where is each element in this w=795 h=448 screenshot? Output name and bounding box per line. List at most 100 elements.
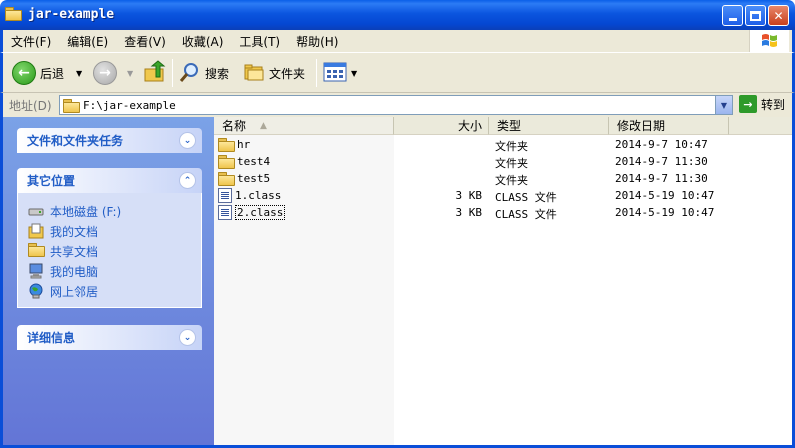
- sort-ascending-icon: ▲: [260, 120, 267, 131]
- close-button[interactable]: ✕: [768, 5, 789, 26]
- file-row[interactable]: 1.class 3 KB CLASS 文件 2014-5-19 10:47: [214, 187, 792, 204]
- file-name-cell: 2.class: [218, 204, 286, 221]
- column-label: 名称: [222, 119, 247, 133]
- column-header-name[interactable]: 名称 ▲: [214, 117, 394, 135]
- toolbar: ← 后退 ▼ → ▼ 搜索 文件夹 ▼: [0, 52, 795, 93]
- file-row[interactable]: test4 文件夹 2014-9-7 11:30: [214, 153, 792, 170]
- menu-help[interactable]: 帮助(H): [288, 33, 346, 50]
- title-bar[interactable]: jar-example ✕: [0, 0, 795, 30]
- address-input[interactable]: F:\jar-example ▼: [59, 95, 733, 115]
- go-label: 转到: [761, 97, 786, 112]
- place-shared-documents[interactable]: 共享文档: [28, 241, 201, 261]
- menu-edit[interactable]: 编辑(E): [59, 33, 116, 50]
- file-type: CLASS 文件: [495, 208, 557, 221]
- file-name-cell: test4: [218, 153, 270, 170]
- file-name: test4: [237, 155, 271, 168]
- folder-icon: [218, 172, 235, 186]
- shared-documents-icon: [28, 243, 45, 259]
- column-header-type[interactable]: 类型: [489, 117, 609, 135]
- file-list: 名称 ▲ 大小 类型 修改日期 hr 文件夹 2014-9-7 10:47 te…: [214, 117, 792, 445]
- place-label: 我的文档: [50, 224, 99, 239]
- views-button[interactable]: ▼: [323, 60, 357, 86]
- forward-arrow-icon: →: [93, 61, 117, 85]
- file-modified: 2014-5-19 10:47: [615, 189, 715, 202]
- other-places-title: 其它位置: [27, 174, 76, 188]
- up-folder-icon: [143, 59, 167, 87]
- menu-file[interactable]: 文件(F): [3, 33, 59, 50]
- menu-tools[interactable]: 工具(T): [231, 33, 288, 50]
- collapse-chevron-icon[interactable]: ⌃: [179, 172, 196, 189]
- forward-dropdown-icon[interactable]: ▼: [127, 69, 133, 78]
- maximize-button[interactable]: [745, 5, 766, 26]
- column-label: 大小: [457, 119, 482, 133]
- details-title: 详细信息: [27, 331, 76, 345]
- file-row[interactable]: test5 文件夹 2014-9-7 11:30: [214, 170, 792, 187]
- column-header-size[interactable]: 大小: [394, 117, 489, 135]
- menu-favorites[interactable]: 收藏(A): [174, 33, 232, 50]
- file-modified: 2014-9-7 10:47: [615, 138, 708, 151]
- column-label: 类型: [497, 119, 522, 133]
- other-places-header[interactable]: 其它位置 ⌃: [17, 168, 202, 193]
- file-size: 3 KB: [455, 189, 483, 202]
- file-modified: 2014-5-19 10:47: [615, 206, 715, 219]
- details-header[interactable]: 详细信息 ⌄: [17, 325, 202, 350]
- back-dropdown-icon[interactable]: ▼: [76, 69, 82, 78]
- place-label: 网上邻居: [50, 284, 99, 299]
- expand-chevron-icon[interactable]: ⌄: [179, 329, 196, 346]
- menu-view[interactable]: 查看(V): [116, 33, 174, 50]
- back-label: 后退: [40, 66, 65, 81]
- address-path: F:\jar-example: [83, 98, 176, 112]
- column-header-modified[interactable]: 修改日期: [609, 117, 729, 135]
- back-arrow-icon: ←: [12, 61, 36, 85]
- file-row[interactable]: 2.class 3 KB CLASS 文件 2014-5-19 10:47: [214, 204, 792, 221]
- task-pane: 文件和文件夹任务 ⌄ 其它位置 ⌃ 本地磁盘 (F:) 我的文档 共享文档 我的…: [3, 117, 214, 445]
- place-local-disk[interactable]: 本地磁盘 (F:): [28, 201, 201, 221]
- minimize-button[interactable]: [722, 5, 743, 26]
- address-dropdown-icon[interactable]: ▼: [715, 96, 732, 114]
- my-documents-icon: [28, 223, 44, 239]
- search-button[interactable]: 搜索: [179, 60, 229, 86]
- file-name: 2.class: [235, 205, 286, 220]
- place-network[interactable]: 网上邻居: [28, 281, 201, 301]
- file-name: 1.class: [235, 189, 282, 202]
- back-button[interactable]: ← 后退 ▼: [12, 60, 82, 86]
- forward-button[interactable]: → ▼: [93, 60, 133, 86]
- address-label: 地址(D): [9, 99, 52, 113]
- folder-icon: [5, 7, 22, 21]
- file-type: 文件夹: [495, 174, 528, 187]
- column-header-filler: [729, 117, 792, 135]
- file-folder-tasks-title: 文件和文件夹任务: [27, 134, 124, 148]
- file-type: 文件夹: [495, 157, 528, 170]
- file-folder-tasks-header[interactable]: 文件和文件夹任务 ⌄: [17, 128, 202, 153]
- network-icon: [28, 283, 44, 299]
- maximize-icon: [750, 10, 761, 21]
- file-type: 文件夹: [495, 140, 528, 153]
- close-icon: ✕: [773, 8, 784, 23]
- file-type: CLASS 文件: [495, 191, 557, 204]
- file-name-cell: 1.class: [218, 187, 281, 204]
- menu-bar: 文件(F) 编辑(E) 查看(V) 收藏(A) 工具(T) 帮助(H): [0, 30, 795, 52]
- views-dropdown-icon[interactable]: ▼: [351, 69, 357, 78]
- up-folder-button[interactable]: [143, 59, 167, 87]
- place-label: 本地磁盘 (F:): [50, 204, 122, 219]
- search-label: 搜索: [205, 66, 230, 81]
- file-size: 3 KB: [455, 206, 483, 219]
- go-arrow-icon: →: [739, 95, 757, 113]
- class-file-icon: [218, 205, 232, 220]
- minimize-icon: [728, 18, 737, 21]
- go-button[interactable]: → 转到: [739, 95, 785, 113]
- file-row[interactable]: hr 文件夹 2014-9-7 10:47: [214, 136, 792, 153]
- place-my-computer[interactable]: 我的电脑: [28, 261, 201, 281]
- column-label: 修改日期: [617, 119, 666, 133]
- place-my-documents[interactable]: 我的文档: [28, 221, 201, 241]
- folder-icon: [218, 138, 235, 152]
- place-label: 共享文档: [50, 244, 99, 259]
- details-panel: 详细信息 ⌄: [17, 325, 202, 350]
- folder-icon: [63, 98, 80, 113]
- expand-chevron-icon[interactable]: ⌄: [179, 132, 196, 149]
- other-places-panel: 其它位置 ⌃ 本地磁盘 (F:) 我的文档 共享文档 我的电脑 网上邻居: [17, 168, 202, 308]
- file-modified: 2014-9-7 11:30: [615, 155, 708, 168]
- file-name: test5: [237, 172, 271, 185]
- folders-button[interactable]: 文件夹: [243, 60, 305, 86]
- views-icon: [323, 61, 347, 86]
